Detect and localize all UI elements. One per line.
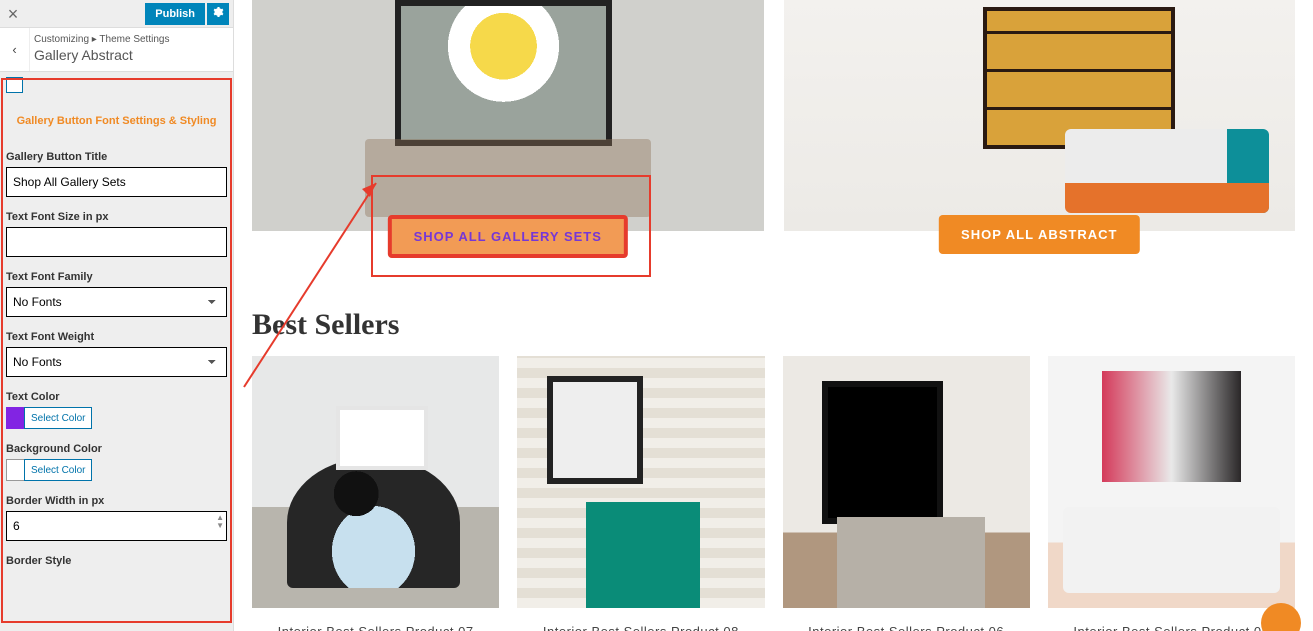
font-family-select[interactable]: No Fonts (6, 287, 227, 317)
border-width-input[interactable] (6, 511, 227, 541)
field-label: Gallery Button Title (6, 151, 227, 163)
select-color-button[interactable]: Select Color (24, 407, 92, 429)
hero-image (252, 0, 764, 231)
truncated-control[interactable] (6, 77, 23, 93)
field-bg-color: Background Color Select Color (6, 443, 227, 481)
font-weight-select[interactable]: No Fonts (6, 347, 227, 377)
product-image (783, 356, 1030, 608)
hero-row: SHOP ALL GALLERY SETS SHOP ALL ABSTRACT (234, 0, 1313, 274)
customizer-header: ‹ Customizing ▸ Theme Settings Gallery A… (0, 28, 233, 72)
field-label: Background Color (6, 443, 227, 455)
product-title: Interior Best Sellers Product 08 (517, 624, 764, 631)
breadcrumb: Customizing ▸ Theme Settings (34, 34, 225, 45)
product-card[interactable]: Interior Best Sellers Product 07 $99.99 (252, 356, 499, 631)
chevron-left-icon: ‹ (12, 42, 16, 57)
close-icon[interactable]: × (0, 0, 26, 28)
product-image (517, 356, 764, 608)
hero-card-gallery: SHOP ALL GALLERY SETS (252, 0, 764, 274)
shop-gallery-button[interactable]: SHOP ALL GALLERY SETS (388, 215, 628, 258)
product-image (1048, 356, 1295, 608)
customizer-sidebar: × Publish ‹ Customizing ▸ Theme Settings… (0, 0, 234, 631)
field-label: Text Font Weight (6, 331, 227, 343)
hero-image (784, 0, 1296, 231)
shop-abstract-button[interactable]: SHOP ALL ABSTRACT (939, 215, 1139, 254)
hero-card-abstract: SHOP ALL ABSTRACT (784, 0, 1296, 274)
field-label: Border Width in px (6, 495, 227, 507)
color-swatch (6, 459, 24, 481)
field-label: Border Style (6, 555, 227, 567)
customizer-topbar: × Publish (0, 0, 233, 28)
color-swatch (6, 407, 24, 429)
section-heading: Gallery Button Font Settings & Styling (4, 105, 229, 145)
product-card[interactable]: Interior Best Sellers Product 06 $99.99 (783, 356, 1030, 631)
product-title: Interior Best Sellers Product 07 (252, 624, 499, 631)
product-image (252, 356, 499, 608)
number-spinner-icon[interactable]: ▲▼ (216, 514, 224, 530)
settings-button[interactable] (207, 3, 229, 25)
field-font-family: Text Font Family No Fonts (6, 271, 227, 317)
customizer-controls: Gallery Button Font Settings & Styling G… (0, 72, 233, 631)
field-label: Text Font Size in px (6, 211, 227, 223)
product-card[interactable]: Interior Best Sellers Product 05 $99.99 (1048, 356, 1295, 631)
font-size-input[interactable] (6, 227, 227, 257)
field-label: Text Color (6, 391, 227, 403)
product-title: Interior Best Sellers Product 06 (783, 624, 1030, 631)
publish-button[interactable]: Publish (145, 3, 205, 25)
field-border-width: Border Width in px ▲▼ (6, 495, 227, 541)
field-text-color: Text Color Select Color (6, 391, 227, 429)
field-label: Text Font Family (6, 271, 227, 283)
best-sellers-heading: Best Sellers (252, 308, 1313, 342)
field-font-weight: Text Font Weight No Fonts (6, 331, 227, 377)
field-border-style: Border Style (6, 555, 227, 567)
product-title: Interior Best Sellers Product 05 (1048, 624, 1295, 631)
gear-icon (212, 6, 224, 21)
back-button[interactable]: ‹ (0, 28, 30, 71)
button-title-input[interactable] (6, 167, 227, 197)
field-button-title: Gallery Button Title (6, 151, 227, 197)
field-font-size: Text Font Size in px (6, 211, 227, 257)
select-color-button[interactable]: Select Color (24, 459, 92, 481)
product-card[interactable]: Interior Best Sellers Product 08 $99.99 (517, 356, 764, 631)
preview-pane: SHOP ALL GALLERY SETS SHOP ALL ABSTRACT … (234, 0, 1313, 631)
panel-title: Gallery Abstract (34, 47, 225, 63)
product-grid: Interior Best Sellers Product 07 $99.99 … (234, 356, 1313, 631)
